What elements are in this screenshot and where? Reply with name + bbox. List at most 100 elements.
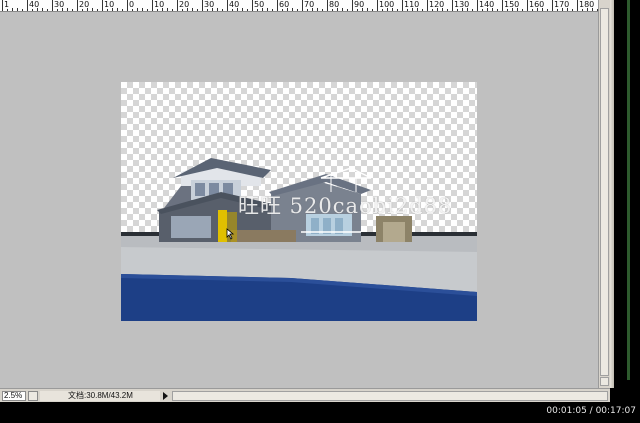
ruler-minor-tick — [57, 9, 58, 11]
ruler-minor-tick — [357, 9, 358, 11]
ruler-minor-tick — [257, 9, 258, 11]
ruler-tick — [327, 0, 328, 11]
ruler-tick — [477, 0, 478, 11]
ruler-tick — [352, 0, 353, 11]
ruler-minor-tick — [167, 8, 168, 11]
ruler-minor-tick — [392, 8, 393, 11]
ruler-minor-tick — [337, 8, 338, 11]
ruler-minor-tick — [467, 8, 468, 11]
ruler-minor-tick — [412, 8, 413, 11]
ruler-minor-tick — [17, 8, 18, 11]
navigator-icon[interactable] — [28, 391, 38, 401]
ruler-minor-tick — [192, 8, 193, 11]
ruler-minor-tick — [197, 9, 198, 11]
ruler-minor-tick — [347, 9, 348, 11]
photoshop-window: 1 40 30 20 10 0 10 20 30 40 50 60 70 80 90 100 110 120 130… — [0, 0, 640, 423]
ruler-tick — [2, 0, 3, 11]
ruler-minor-tick — [282, 9, 283, 11]
scroll-thumb[interactable] — [600, 8, 609, 376]
horizontal-ruler: 1 40 30 20 10 0 10 20 30 40 50 60 70 80 90 100 110 120 130… — [0, 0, 598, 12]
ruler-minor-tick — [562, 8, 563, 11]
ruler-minor-tick — [37, 8, 38, 11]
ruler-minor-tick — [592, 8, 593, 11]
ruler-minor-tick — [462, 8, 463, 11]
ruler-minor-tick — [512, 8, 513, 11]
ruler-minor-tick — [132, 9, 133, 11]
hand-cursor-icon — [226, 228, 235, 240]
video-player-bar: 00:01:05 / 00:17:07 — [0, 402, 640, 423]
ruler-minor-tick — [117, 8, 118, 11]
ruler-minor-tick — [162, 8, 163, 11]
document-canvas[interactable]: 旺旺 520caobi2d88 — [121, 82, 477, 321]
ruler-minor-tick — [112, 8, 113, 11]
ruler-minor-tick — [32, 9, 33, 11]
ruler-minor-tick — [422, 9, 423, 11]
ruler-minor-tick — [307, 9, 308, 11]
ruler-label: 1 — [4, 0, 10, 9]
ruler-minor-tick — [522, 9, 523, 11]
ruler-minor-tick — [407, 9, 408, 11]
ruler-tick — [377, 0, 378, 11]
ruler-minor-tick — [372, 9, 373, 11]
ruler-minor-tick — [97, 9, 98, 11]
ruler-minor-tick — [492, 8, 493, 11]
ruler-tick — [302, 0, 303, 11]
ruler-minor-tick — [342, 8, 343, 11]
ruler-minor-tick — [7, 9, 8, 11]
ruler-tick — [102, 0, 103, 11]
ruler-minor-tick — [567, 8, 568, 11]
ruler-minor-tick — [367, 8, 368, 11]
ruler-tick — [27, 0, 28, 11]
ruler-minor-tick — [232, 9, 233, 11]
horizontal-scrollbar[interactable] — [172, 391, 608, 401]
ruler-minor-tick — [107, 9, 108, 11]
ruler-minor-tick — [137, 8, 138, 11]
ruler-tick — [77, 0, 78, 11]
ruler-tick — [227, 0, 228, 11]
ruler-minor-tick — [437, 8, 438, 11]
ruler-minor-tick — [272, 9, 273, 11]
ruler-minor-tick — [172, 9, 173, 11]
ruler-minor-tick — [537, 8, 538, 11]
ruler-minor-tick — [332, 9, 333, 11]
ruler-tick — [427, 0, 428, 11]
ruler-minor-tick — [317, 8, 318, 11]
ruler-tick — [577, 0, 578, 11]
playback-time: 00:01:05 / 00:17:07 — [546, 406, 636, 416]
ruler-minor-tick — [87, 8, 88, 11]
vertical-scrollbar[interactable] — [598, 0, 610, 388]
ruler-tick — [552, 0, 553, 11]
ruler-minor-tick — [447, 9, 448, 11]
ruler-minor-tick — [322, 9, 323, 11]
zoom-field[interactable]: 2.5% — [2, 391, 26, 401]
ruler-minor-tick — [292, 8, 293, 11]
ruler-minor-tick — [237, 8, 238, 11]
ruler-minor-tick — [457, 9, 458, 11]
ruler-minor-tick — [432, 9, 433, 11]
ruler-minor-tick — [262, 8, 263, 11]
ruler-label: 0 — [129, 0, 135, 9]
ruler-minor-tick — [242, 8, 243, 11]
ruler-minor-tick — [312, 8, 313, 11]
status-bar: 2.5% 文档:30.8M/43.2M — [0, 388, 610, 402]
ruler-minor-tick — [22, 9, 23, 11]
ruler-minor-tick — [47, 9, 48, 11]
ruler-minor-tick — [387, 8, 388, 11]
ruler-tick — [277, 0, 278, 11]
ruler-minor-tick — [382, 9, 383, 11]
scroll-down-arrow[interactable] — [600, 377, 609, 386]
ruler-minor-tick — [472, 9, 473, 11]
ruler-minor-tick — [67, 8, 68, 11]
ruler-minor-tick — [247, 9, 248, 11]
ruler-tick — [402, 0, 403, 11]
status-menu-arrow-icon[interactable] — [163, 392, 168, 400]
ruler-minor-tick — [497, 9, 498, 11]
ruler-minor-tick — [572, 9, 573, 11]
ruler-minor-tick — [182, 9, 183, 11]
ruler-minor-tick — [187, 8, 188, 11]
ruler-minor-tick — [207, 9, 208, 11]
ruler-tick — [202, 0, 203, 11]
ruler-tick — [52, 0, 53, 11]
ruler-minor-tick — [487, 8, 488, 11]
ruler-tick — [502, 0, 503, 11]
